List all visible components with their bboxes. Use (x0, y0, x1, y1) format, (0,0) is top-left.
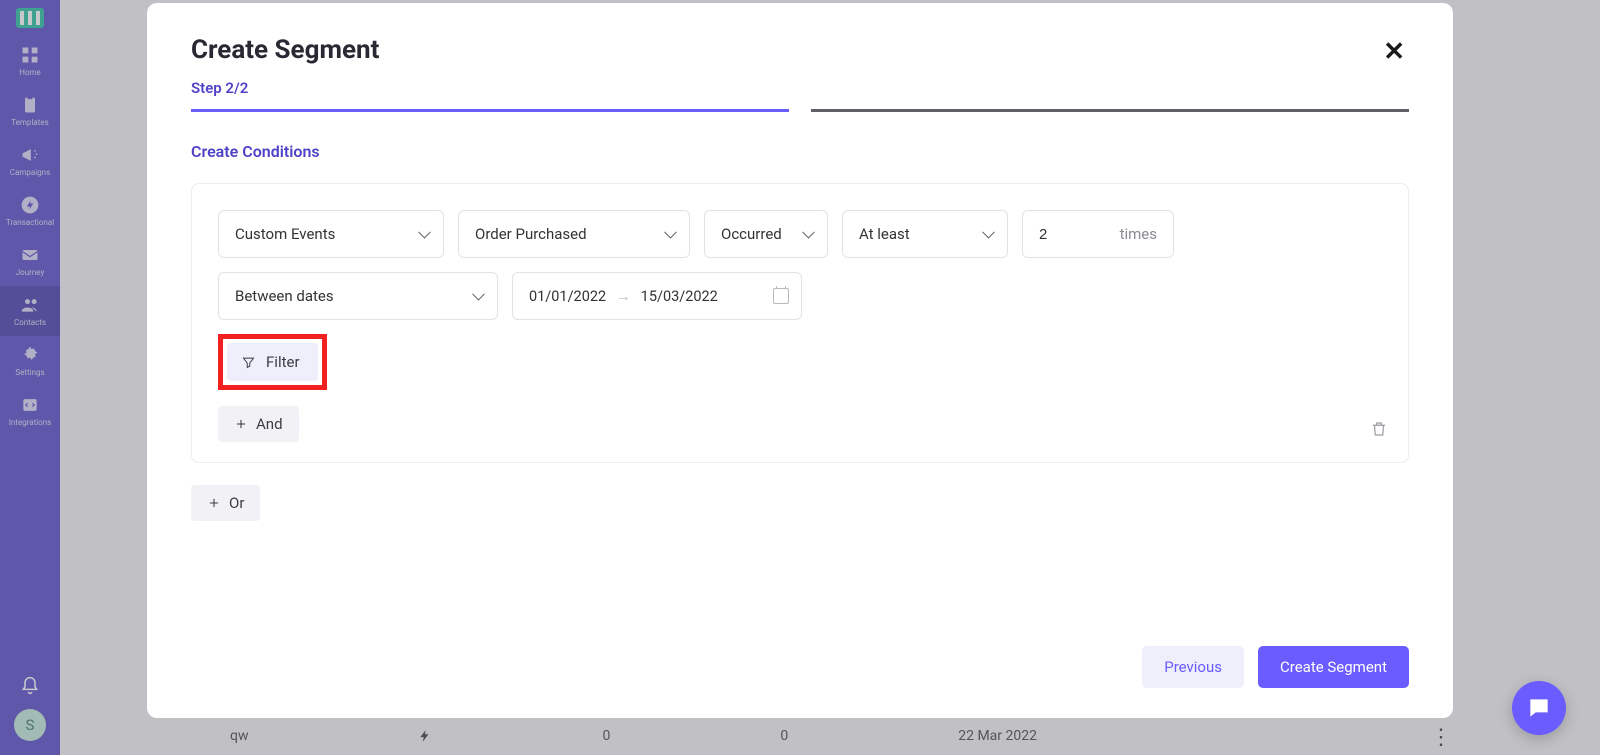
date-mode-select[interactable]: Between dates (218, 272, 498, 320)
date-from: 01/01/2022 (529, 288, 606, 305)
count-input[interactable] (1039, 226, 1079, 243)
occurrence-select[interactable]: Occurred (704, 210, 828, 258)
filter-button[interactable]: Filter (227, 343, 318, 381)
event-type-select[interactable]: Custom Events (218, 210, 444, 258)
condition-card: Custom Events Order Purchased Occurred A… (191, 183, 1409, 463)
modal-overlay: Create Segment ✕ Step 2/2 Create Conditi… (0, 0, 1600, 755)
select-value: Order Purchased (475, 225, 587, 243)
chat-icon (1526, 695, 1552, 721)
and-label: And (256, 415, 283, 433)
arrow-right-icon: → (616, 288, 631, 305)
select-value: Between dates (235, 287, 334, 305)
plus-icon (207, 496, 221, 510)
chat-widget-button[interactable] (1512, 681, 1566, 735)
close-icon: ✕ (1383, 37, 1405, 67)
create-segment-modal: Create Segment ✕ Step 2/2 Create Conditi… (147, 3, 1453, 718)
modal-title: Create Segment (191, 35, 379, 65)
step-progress (191, 109, 1409, 112)
count-input-group: times (1022, 210, 1174, 258)
comparator-select[interactable]: At least (842, 210, 1008, 258)
date-to: 15/03/2022 (641, 288, 718, 305)
trash-icon (1370, 420, 1388, 438)
add-or-button[interactable]: Or (191, 485, 260, 521)
close-button[interactable]: ✕ (1379, 35, 1409, 69)
submit-label: Create Segment (1280, 658, 1387, 676)
select-value: At least (859, 225, 910, 243)
plus-icon (234, 417, 248, 431)
modal-footer: Previous Create Segment (191, 606, 1409, 688)
create-segment-button[interactable]: Create Segment (1258, 646, 1409, 688)
previous-label: Previous (1164, 658, 1222, 676)
step-label: Step 2/2 (191, 79, 1409, 97)
step-bar-2 (811, 109, 1409, 112)
create-conditions-title: Create Conditions (191, 142, 1409, 161)
or-label: Or (229, 494, 244, 512)
date-range-picker[interactable]: 01/01/2022 → 15/03/2022 (512, 272, 802, 320)
add-and-button[interactable]: And (218, 406, 299, 442)
filter-highlight-box: Filter (218, 334, 327, 390)
filter-icon (241, 355, 256, 370)
select-value: Custom Events (235, 225, 335, 243)
select-value: Occurred (721, 225, 782, 243)
count-suffix: times (1120, 225, 1157, 243)
filter-label: Filter (266, 353, 300, 371)
event-name-select[interactable]: Order Purchased (458, 210, 690, 258)
previous-button[interactable]: Previous (1142, 646, 1244, 688)
step-bar-1 (191, 109, 789, 112)
delete-condition-button[interactable] (1370, 420, 1388, 442)
